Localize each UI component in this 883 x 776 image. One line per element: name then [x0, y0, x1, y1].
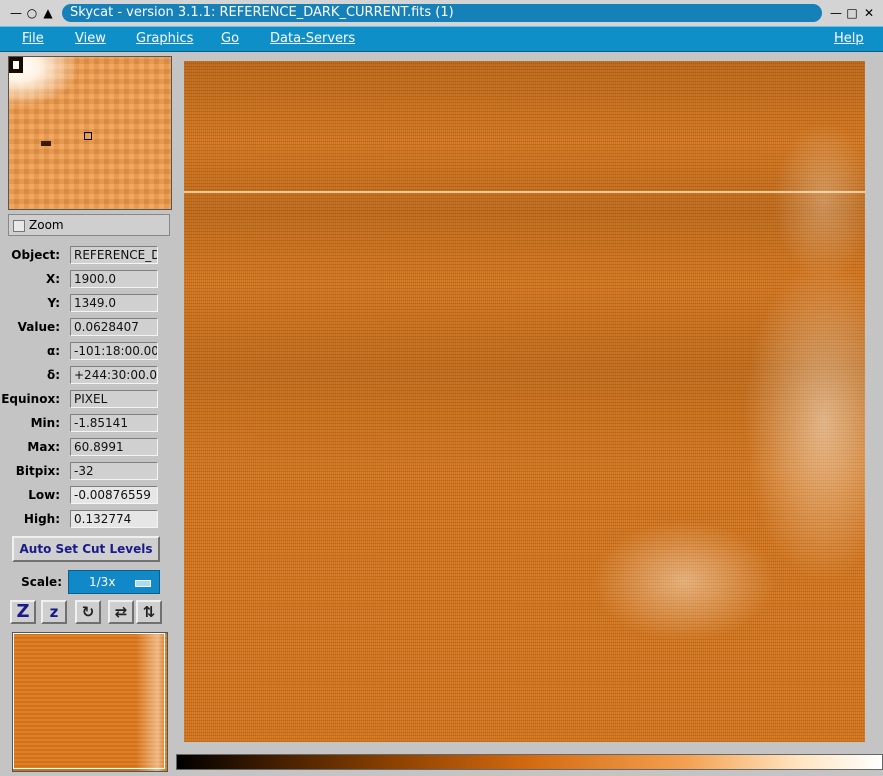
zoom-label: Zoom: [29, 218, 64, 232]
menu-data-servers[interactable]: Data-Servers: [270, 31, 355, 46]
max-field[interactable]: 60.8991: [70, 438, 158, 456]
flip-y-icon[interactable]: ⇅: [136, 600, 162, 624]
menu-go[interactable]: Go: [221, 31, 239, 46]
menu-view[interactable]: View: [75, 31, 106, 46]
image-bright-row: [184, 191, 865, 193]
zoom-view[interactable]: [8, 56, 172, 210]
alpha-field[interactable]: -101:18:00.000: [70, 342, 158, 360]
low-label: Low:: [28, 488, 60, 502]
delta-field[interactable]: +244:30:00.00: [70, 366, 158, 384]
menu-help[interactable]: Help: [834, 31, 864, 46]
zoom-pixel-highlight: [13, 61, 19, 69]
value-label: Value:: [17, 320, 60, 334]
min-field[interactable]: -1.85141: [70, 414, 158, 432]
shade-icon[interactable]: ○: [24, 5, 40, 21]
y-field[interactable]: 1349.0: [70, 294, 158, 312]
equinox-field[interactable]: PIXEL: [70, 390, 158, 408]
window-menu-icon[interactable]: —: [8, 5, 24, 21]
high-label: High:: [23, 512, 60, 526]
min-label: Min:: [30, 416, 60, 430]
scale-select[interactable]: 1/3x: [68, 570, 160, 594]
equinox-label: Equinox:: [1, 392, 60, 406]
menu-graphics[interactable]: Graphics: [136, 31, 193, 46]
scale-value: 1/3x: [89, 575, 116, 589]
minimize-icon[interactable]: —: [828, 5, 844, 21]
window-titlebar: — ○ ▲ Skycat - version 3.1.1: REFERENCE_…: [0, 0, 883, 26]
high-cut-input[interactable]: 0.132774: [70, 510, 158, 528]
menu-file[interactable]: File: [22, 31, 44, 46]
x-label: X:: [45, 272, 60, 286]
image-area: [176, 52, 883, 776]
alpha-label: α:: [46, 344, 60, 358]
bitpix-label: Bitpix:: [15, 464, 60, 478]
low-cut-input[interactable]: -0.00876559: [70, 486, 158, 504]
zoom-toggle[interactable]: Zoom: [8, 214, 170, 236]
raise-icon[interactable]: ▲: [40, 5, 56, 21]
close-icon[interactable]: ✕: [861, 5, 877, 21]
window-title: Skycat - version 3.1.1: REFERENCE_DARK_C…: [62, 4, 822, 22]
control-panel: Zoom Object: REFERENCE_DARK_CURRENT X: 1…: [0, 52, 176, 776]
auto-set-cut-levels-button[interactable]: Auto Set Cut Levels: [12, 536, 160, 562]
zoom-checkbox[interactable]: [13, 220, 25, 232]
value-field[interactable]: 0.0628407: [70, 318, 158, 336]
scale-label: Scale:: [21, 575, 62, 589]
fits-image-canvas[interactable]: [184, 61, 865, 742]
delta-label: δ:: [46, 368, 60, 382]
y-label: Y:: [47, 296, 60, 310]
panner-viewport-box[interactable]: [13, 633, 165, 769]
flip-x-icon[interactable]: ⇄: [108, 600, 134, 624]
zoom-in-icon[interactable]: Z: [10, 600, 36, 624]
zoom-pixel-dark: [41, 141, 51, 146]
maximize-icon[interactable]: □: [844, 5, 860, 21]
max-label: Max:: [27, 440, 60, 454]
bitpix-field[interactable]: -32: [70, 462, 158, 480]
menu-bar: File View Graphics Go Data-Servers Help: [0, 26, 883, 52]
zoom-out-icon[interactable]: z: [41, 600, 67, 624]
rotate-icon[interactable]: ↻: [75, 600, 101, 624]
x-field[interactable]: 1900.0: [70, 270, 158, 288]
option-menu-indicator-icon: [135, 580, 151, 587]
zoom-cursor-marker: [84, 132, 92, 140]
object-label: Object:: [11, 248, 60, 262]
object-field[interactable]: REFERENCE_DARK_CURRENT: [70, 246, 158, 264]
colorbar[interactable]: [176, 754, 883, 770]
panner-view[interactable]: [12, 632, 168, 772]
